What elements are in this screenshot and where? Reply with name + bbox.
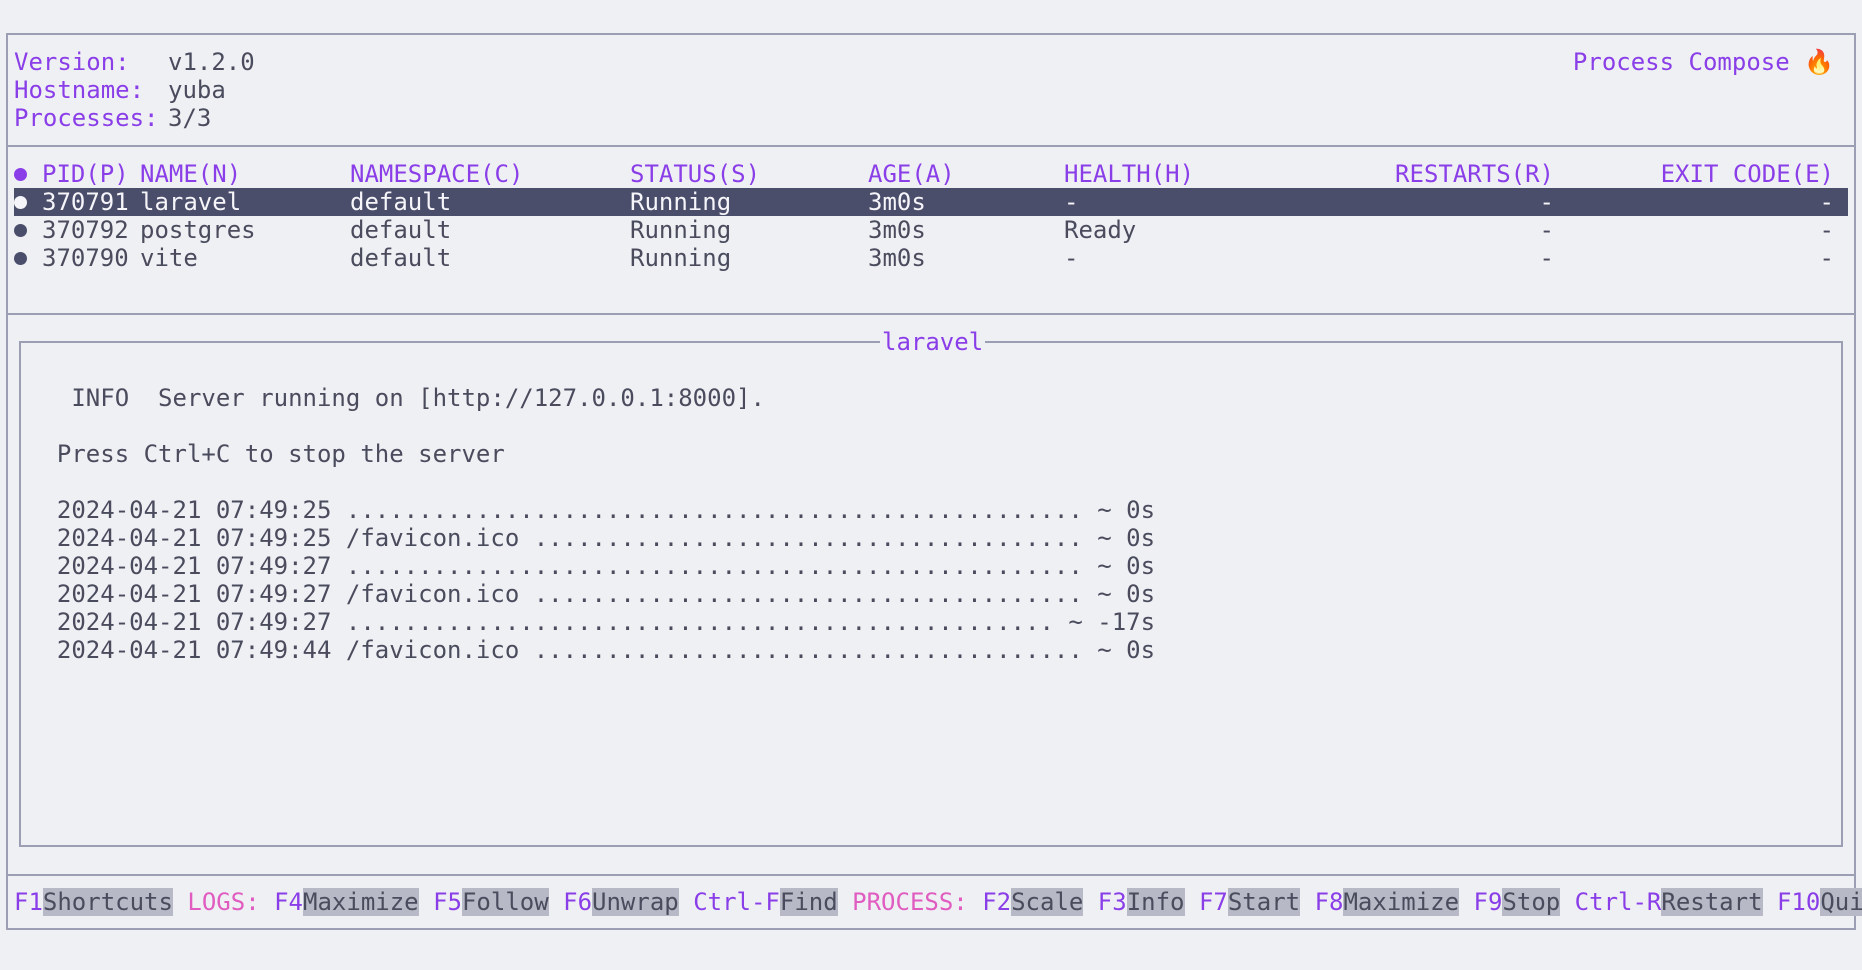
table-row[interactable]: 370791 laravel default Running 3m0s - - …: [14, 188, 1848, 216]
table-header: PID(P) NAME(N) NAMESPACE(C) STATUS(S) AG…: [14, 160, 1848, 188]
row-pid: 370792: [42, 216, 129, 244]
row-age: 3m0s: [868, 188, 926, 216]
shortcut-f6-unwrap[interactable]: F6Unwrap: [563, 888, 679, 916]
status-dot-icon: [14, 196, 27, 209]
table-row[interactable]: 370790 vite default Running 3m0s - - -: [14, 244, 1848, 272]
shortcut-ctrl-r-restart[interactable]: Ctrl-RRestart: [1575, 888, 1763, 916]
row-status: Running: [630, 216, 732, 244]
processes-label: Processes:: [14, 104, 159, 132]
col-age[interactable]: AGE(A): [868, 160, 955, 188]
row-namespace: default: [350, 244, 452, 272]
log-line: 2024-04-21 07:49:44 /favicon.ico .......…: [28, 636, 1156, 664]
hostname-label: Hostname:: [14, 76, 145, 104]
row-pid: 370790: [42, 244, 129, 272]
col-pid[interactable]: PID(P): [42, 160, 129, 188]
hostname-value: yuba: [168, 76, 226, 104]
shortcut-f3-info[interactable]: F3Info: [1098, 888, 1185, 916]
row-status: Running: [630, 244, 732, 272]
col-restarts[interactable]: RESTARTS(R): [1395, 160, 1554, 188]
section-logs: LOGS:: [187, 888, 260, 916]
row-age: 3m0s: [868, 216, 926, 244]
status-dot-icon: [14, 252, 27, 265]
row-name: laravel: [140, 188, 242, 216]
log-line: INFO Server running on [http://127.0.0.1…: [28, 384, 765, 412]
col-name[interactable]: NAME(N): [140, 160, 241, 188]
app-title: Process Compose 🔥: [1572, 48, 1834, 76]
status-dot-icon: [14, 168, 27, 181]
shortcut-f10-quit[interactable]: F10Quit: [1777, 888, 1862, 916]
row-exit-code: -: [1819, 216, 1834, 244]
shortcut-f1[interactable]: F1Shortcuts: [14, 888, 173, 916]
shortcut-f5-follow[interactable]: F5Follow: [433, 888, 549, 916]
log-line: 2024-04-21 07:49:25 ....................…: [28, 496, 1156, 524]
log-line: 2024-04-21 07:49:27 ....................…: [28, 552, 1156, 580]
row-health: -: [1064, 188, 1079, 216]
row-status: Running: [630, 188, 732, 216]
col-namespace[interactable]: NAMESPACE(C): [350, 160, 523, 188]
log-line: 2024-04-21 07:49:27 ....................…: [28, 608, 1156, 636]
log-panel-title: laravel: [880, 328, 986, 356]
shortcut-ctrl-f-find[interactable]: Ctrl-FFind: [693, 888, 838, 916]
row-exit-code: -: [1819, 244, 1834, 272]
section-process: PROCESS:: [852, 888, 968, 916]
row-namespace: default: [350, 188, 452, 216]
table-row[interactable]: 370792 postgres default Running 3m0s Rea…: [14, 216, 1848, 244]
col-health[interactable]: HEALTH(H): [1064, 160, 1194, 188]
row-name: postgres: [140, 216, 256, 244]
shortcut-f8-maximize[interactable]: F8Maximize: [1315, 888, 1460, 916]
shortcut-f7-start[interactable]: F7Start: [1199, 888, 1301, 916]
shortcut-f9-stop[interactable]: F9Stop: [1474, 888, 1561, 916]
log-line: 2024-04-21 07:49:25 /favicon.ico .......…: [28, 524, 1156, 552]
shortcut-bar: F1Shortcuts LOGS: F4Maximize F5Follow F6…: [14, 888, 1862, 916]
log-line: Press Ctrl+C to stop the server: [28, 440, 505, 468]
col-status[interactable]: STATUS(S): [630, 160, 760, 188]
row-name: vite: [140, 244, 198, 272]
col-exit-code[interactable]: EXIT CODE(E): [1661, 160, 1834, 188]
log-line: 2024-04-21 07:49:27 /favicon.ico .......…: [28, 580, 1156, 608]
status-dot-icon: [14, 224, 27, 237]
row-pid: 370791: [42, 188, 129, 216]
row-namespace: default: [350, 216, 452, 244]
row-health: Ready: [1064, 216, 1137, 244]
row-age: 3m0s: [868, 244, 926, 272]
version-label: Version:: [14, 48, 130, 76]
row-restarts: -: [1539, 188, 1554, 216]
row-exit-code: -: [1819, 188, 1834, 216]
version-value: v1.2.0: [168, 48, 255, 76]
row-restarts: -: [1539, 244, 1554, 272]
row-restarts: -: [1539, 216, 1554, 244]
row-health: -: [1064, 244, 1079, 272]
shortcut-f2-scale[interactable]: F2Scale: [982, 888, 1084, 916]
processes-value: 3/3: [168, 104, 212, 132]
shortcut-f4-maximize[interactable]: F4Maximize: [274, 888, 419, 916]
